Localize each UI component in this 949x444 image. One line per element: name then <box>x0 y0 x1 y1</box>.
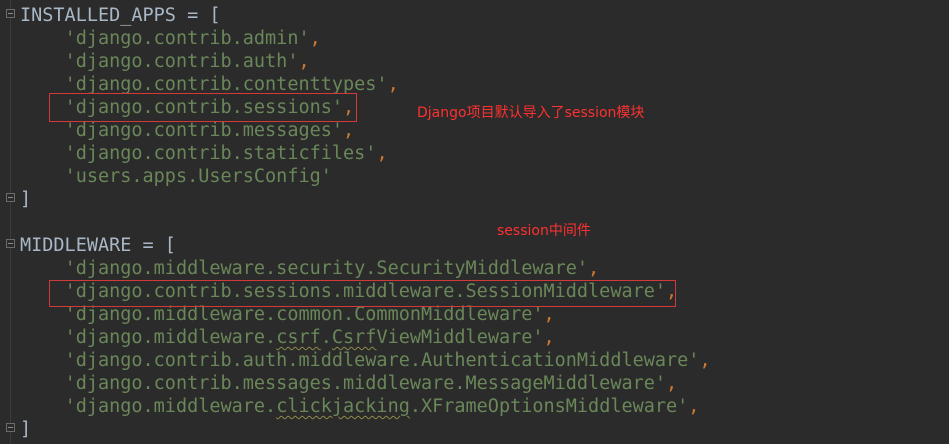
code-line: 'django.contrib.messages.middleware.Mess… <box>64 373 678 394</box>
fold-collapse-icon[interactable] <box>6 423 15 432</box>
fold-collapse-icon[interactable] <box>6 239 15 248</box>
session-middleware-annotation: session中间件 <box>497 223 591 239</box>
code-line: 'django.contrib.messages', <box>64 120 355 141</box>
code-line: 'django.contrib.admin', <box>64 28 321 49</box>
code-line: 'django.contrib.auth.middleware.Authenti… <box>64 350 711 371</box>
code-line: 'django.middleware.clickjacking.XFrameOp… <box>64 396 700 417</box>
fold-collapse-icon[interactable] <box>6 9 15 18</box>
code-line: 'django.middleware.csrf.CsrfViewMiddlewa… <box>64 327 555 348</box>
code-line: 'django.contrib.auth', <box>64 51 310 72</box>
fold-collapse-icon[interactable] <box>6 193 15 202</box>
code-line: 'users.apps.UsersConfig' <box>64 166 332 187</box>
code-line: MIDDLEWARE = [ <box>20 235 176 256</box>
code-line: 'django.contrib.staticfiles', <box>64 143 388 164</box>
code-line: ] <box>20 189 32 210</box>
code-line: INSTALLED_APPS = [ <box>20 5 221 26</box>
gutter-line <box>10 0 11 444</box>
sessions-app-highlight-box <box>49 93 357 122</box>
code-editor[interactable]: INSTALLED_APPS = [ 'django.contrib.admin… <box>20 4 711 441</box>
code-line: ] <box>20 419 32 440</box>
session-module-annotation: Django项目默认导入了session模块 <box>417 105 645 121</box>
session-middleware-highlight-box <box>49 280 676 307</box>
code-line: 'django.middleware.security.SecurityMidd… <box>64 258 600 279</box>
